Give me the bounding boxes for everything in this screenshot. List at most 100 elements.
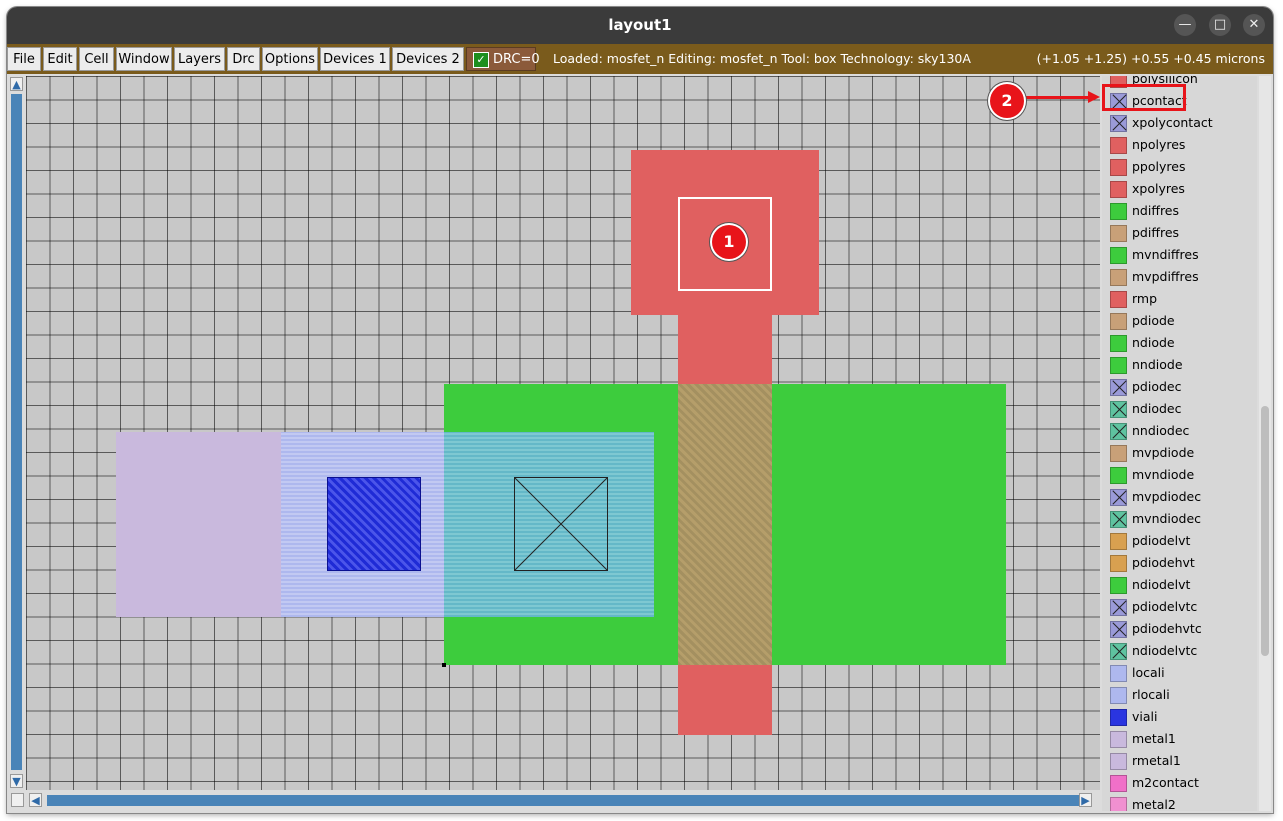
layer-item-ndiodelvt[interactable]: ndiodelvt <box>1102 574 1257 596</box>
layer-item-ndiffres[interactable]: ndiffres <box>1102 200 1257 222</box>
layer-swatch-icon[interactable] <box>1110 643 1127 660</box>
layer-item-viali[interactable]: viali <box>1102 706 1257 728</box>
viali-region[interactable] <box>327 477 421 571</box>
layer-swatch-icon[interactable] <box>1110 797 1127 811</box>
layer-palette-scrollbar[interactable] <box>1259 76 1271 811</box>
layer-item-metal2[interactable]: metal2 <box>1102 794 1257 811</box>
metal1-region[interactable] <box>116 432 281 617</box>
vertical-scroll-track[interactable] <box>11 94 22 770</box>
layer-item-xpolycontact[interactable]: xpolycontact <box>1102 112 1257 134</box>
menu-edit[interactable]: Edit <box>43 47 77 71</box>
menu-cell[interactable]: Cell <box>79 47 114 71</box>
layer-item-nndiodec[interactable]: nndiodec <box>1102 420 1257 442</box>
menu-window[interactable]: Window <box>116 47 172 71</box>
layer-item-mvndiode[interactable]: mvndiode <box>1102 464 1257 486</box>
layer-item-ndiodec[interactable]: ndiodec <box>1102 398 1257 420</box>
scroll-up-icon[interactable]: ▲ <box>10 77 23 91</box>
layer-label: npolyres <box>1132 137 1186 152</box>
layer-item-pdiodehvt[interactable]: pdiodehvt <box>1102 552 1257 574</box>
layer-item-pdiodelvt[interactable]: pdiodelvt <box>1102 530 1257 552</box>
scroll-right-icon[interactable]: ▶ <box>1079 793 1092 807</box>
layer-swatch-icon[interactable] <box>1110 115 1127 132</box>
layer-swatch-icon[interactable] <box>1110 203 1127 220</box>
zoom-box-icon[interactable] <box>11 793 24 807</box>
layer-swatch-icon[interactable] <box>1110 445 1127 462</box>
layer-item-pdiodehvtc[interactable]: pdiodehvtc <box>1102 618 1257 640</box>
layer-item-metal1[interactable]: metal1 <box>1102 728 1257 750</box>
layer-item-mvndiffres[interactable]: mvndiffres <box>1102 244 1257 266</box>
maximize-icon[interactable]: □ <box>1209 14 1231 36</box>
menu-devices-1[interactable]: Devices 1 <box>320 47 390 71</box>
layer-item-mvpdiodec[interactable]: mvpdiodec <box>1102 486 1257 508</box>
layer-swatch-icon[interactable] <box>1110 555 1127 572</box>
layer-swatch-icon[interactable] <box>1110 291 1127 308</box>
layer-swatch-icon[interactable] <box>1110 357 1127 374</box>
scroll-left-icon[interactable]: ◀ <box>29 793 42 807</box>
layer-swatch-icon[interactable] <box>1110 577 1127 594</box>
horizontal-scrollbar[interactable]: ◀ ▶ <box>9 792 1095 808</box>
layer-swatch-icon[interactable] <box>1110 731 1127 748</box>
layer-swatch-icon[interactable] <box>1110 511 1127 528</box>
layer-item-xpolyres[interactable]: xpolyres <box>1102 178 1257 200</box>
layer-item-mvndiodec[interactable]: mvndiodec <box>1102 508 1257 530</box>
layer-swatch-icon[interactable] <box>1110 401 1127 418</box>
layer-swatch-icon[interactable] <box>1110 599 1127 616</box>
horizontal-scroll-track[interactable] <box>47 795 1087 806</box>
layer-item-rlocali[interactable]: rlocali <box>1102 684 1257 706</box>
drc-label: DRC=0 <box>493 52 540 67</box>
menu-drc[interactable]: Drc <box>227 47 260 71</box>
layer-swatch-icon[interactable] <box>1110 665 1127 682</box>
contact-cut[interactable] <box>514 477 608 571</box>
menu-options[interactable]: Options <box>262 47 318 71</box>
layer-item-pdiode[interactable]: pdiode <box>1102 310 1257 332</box>
layer-swatch-icon[interactable] <box>1110 753 1127 770</box>
layer-item-m2contact[interactable]: m2contact <box>1102 772 1257 794</box>
layer-item-nndiode[interactable]: nndiode <box>1102 354 1257 376</box>
layout-canvas[interactable]: 1 <box>26 76 1100 790</box>
layer-swatch-icon[interactable] <box>1110 533 1127 550</box>
menu-layers[interactable]: Layers <box>174 47 225 71</box>
menu-file[interactable]: File <box>7 47 41 71</box>
transistor-gate-region[interactable] <box>678 384 772 665</box>
layer-item-ndiodelvtc[interactable]: ndiodelvtc <box>1102 640 1257 662</box>
layer-label: xpolyres <box>1132 181 1185 196</box>
layer-swatch-icon[interactable] <box>1110 247 1127 264</box>
layer-label: ppolyres <box>1132 159 1186 174</box>
layer-swatch-icon[interactable] <box>1110 423 1127 440</box>
scroll-down-icon[interactable]: ▼ <box>10 774 23 788</box>
layer-label: mvpdiodec <box>1132 489 1202 504</box>
close-icon[interactable]: ✕ <box>1243 14 1265 36</box>
layer-swatch-icon[interactable] <box>1110 489 1127 506</box>
layer-item-pdiodelvtc[interactable]: pdiodelvtc <box>1102 596 1257 618</box>
layer-swatch-icon[interactable] <box>1110 137 1127 154</box>
layer-swatch-icon[interactable] <box>1110 335 1127 352</box>
layer-item-mvpdiffres[interactable]: mvpdiffres <box>1102 266 1257 288</box>
layer-swatch-icon[interactable] <box>1110 181 1127 198</box>
layer-item-ppolyres[interactable]: ppolyres <box>1102 156 1257 178</box>
layer-item-pdiffres[interactable]: pdiffres <box>1102 222 1257 244</box>
layer-palette-scroll-thumb[interactable] <box>1261 406 1269 656</box>
minimize-icon[interactable]: — <box>1174 14 1196 36</box>
layer-swatch-icon[interactable] <box>1110 269 1127 286</box>
layer-swatch-icon[interactable] <box>1110 621 1127 638</box>
vertical-scrollbar[interactable]: ▲ ▼ <box>9 76 24 790</box>
layer-item-pdiodec[interactable]: pdiodec <box>1102 376 1257 398</box>
layer-item-locali[interactable]: locali <box>1102 662 1257 684</box>
layer-swatch-icon[interactable] <box>1110 225 1127 242</box>
layer-item-rmetal1[interactable]: rmetal1 <box>1102 750 1257 772</box>
layer-swatch-icon[interactable] <box>1110 379 1127 396</box>
layer-swatch-icon[interactable] <box>1110 709 1127 726</box>
layer-item-rmp[interactable]: rmp <box>1102 288 1257 310</box>
menu-devices-2[interactable]: Devices 2 <box>392 47 464 71</box>
layer-palette[interactable]: polysilicon pcontact xpolycontact npolyres p… <box>1102 76 1257 811</box>
drc-toggle[interactable]: ✓ DRC=0 <box>466 47 540 71</box>
drc-checkbox-icon[interactable]: ✓ <box>473 52 489 68</box>
layer-swatch-icon[interactable] <box>1110 467 1127 484</box>
layer-swatch-icon[interactable] <box>1110 313 1127 330</box>
layer-item-mvpdiode[interactable]: mvpdiode <box>1102 442 1257 464</box>
layer-swatch-icon[interactable] <box>1110 159 1127 176</box>
layer-swatch-icon[interactable] <box>1110 775 1127 792</box>
layer-item-npolyres[interactable]: npolyres <box>1102 134 1257 156</box>
layer-item-ndiode[interactable]: ndiode <box>1102 332 1257 354</box>
layer-swatch-icon[interactable] <box>1110 687 1127 704</box>
